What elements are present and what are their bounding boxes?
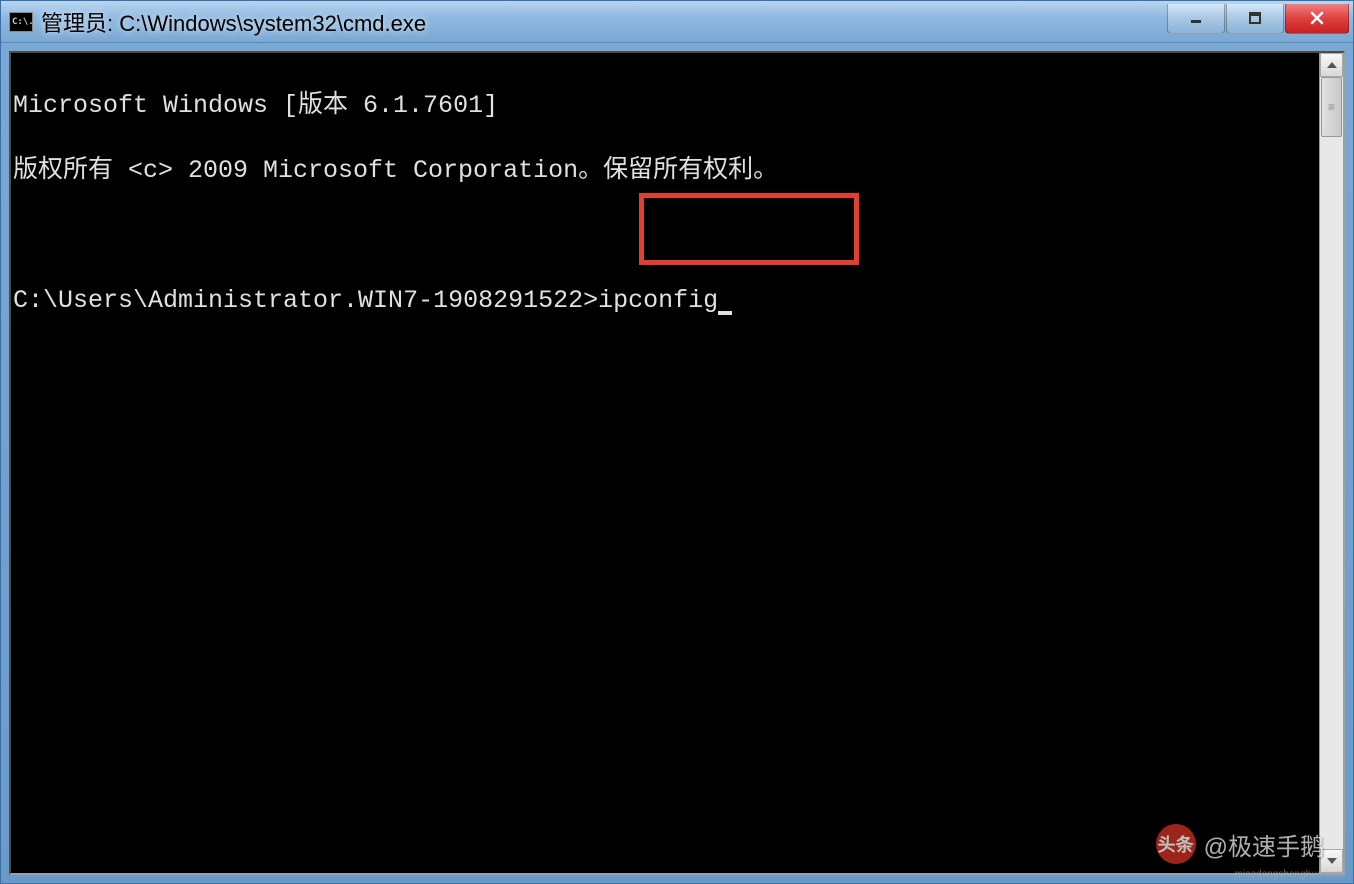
- prompt-text: C:\Users\Administrator.WIN7-1908291522>: [13, 286, 598, 315]
- command-text: ipconfig: [598, 286, 718, 315]
- terminal-prompt-line: C:\Users\Administrator.WIN7-1908291522>i…: [13, 285, 1317, 318]
- watermark-sub: miaodongshenghua.com: [1234, 869, 1344, 880]
- scroll-thumb[interactable]: [1321, 77, 1342, 137]
- cursor: [718, 311, 732, 315]
- window-controls: [1167, 4, 1349, 34]
- cmd-icon: C:\.: [9, 12, 33, 32]
- close-icon: [1309, 10, 1325, 26]
- titlebar[interactable]: C:\. 管理员: C:\Windows\system32\cmd.exe: [1, 1, 1353, 43]
- terminal[interactable]: Microsoft Windows [版本 6.1.7601] 版权所有 <c>…: [11, 53, 1319, 873]
- maximize-icon: [1248, 11, 1262, 25]
- chevron-down-icon: [1327, 858, 1337, 864]
- cmd-icon-text: C:\.: [12, 17, 34, 27]
- chevron-up-icon: [1327, 62, 1337, 68]
- terminal-version-line: Microsoft Windows [版本 6.1.7601]: [13, 90, 1317, 123]
- watermark-text: @极速手鹅: [1204, 827, 1324, 862]
- minimize-icon: [1189, 11, 1203, 25]
- cmd-window: C:\. 管理员: C:\Windows\system32\cmd.exe: [0, 0, 1354, 884]
- watermark: 头条 @极速手鹅: [1156, 824, 1324, 864]
- terminal-copyright-line: 版权所有 <c> 2009 Microsoft Corporation。保留所有…: [13, 155, 1317, 188]
- maximize-button[interactable]: [1226, 4, 1284, 34]
- terminal-container: Microsoft Windows [版本 6.1.7601] 版权所有 <c>…: [9, 51, 1345, 875]
- close-button[interactable]: [1285, 4, 1349, 34]
- blank-line: [13, 220, 1317, 253]
- window-body: Microsoft Windows [版本 6.1.7601] 版权所有 <c>…: [1, 43, 1353, 883]
- window-title: 管理员: C:\Windows\system32\cmd.exe: [41, 6, 1167, 38]
- scroll-track[interactable]: [1320, 77, 1343, 849]
- scroll-up-button[interactable]: [1320, 53, 1343, 77]
- vertical-scrollbar[interactable]: [1319, 53, 1343, 873]
- watermark-logo: 头条: [1156, 824, 1196, 864]
- minimize-button[interactable]: [1167, 4, 1225, 34]
